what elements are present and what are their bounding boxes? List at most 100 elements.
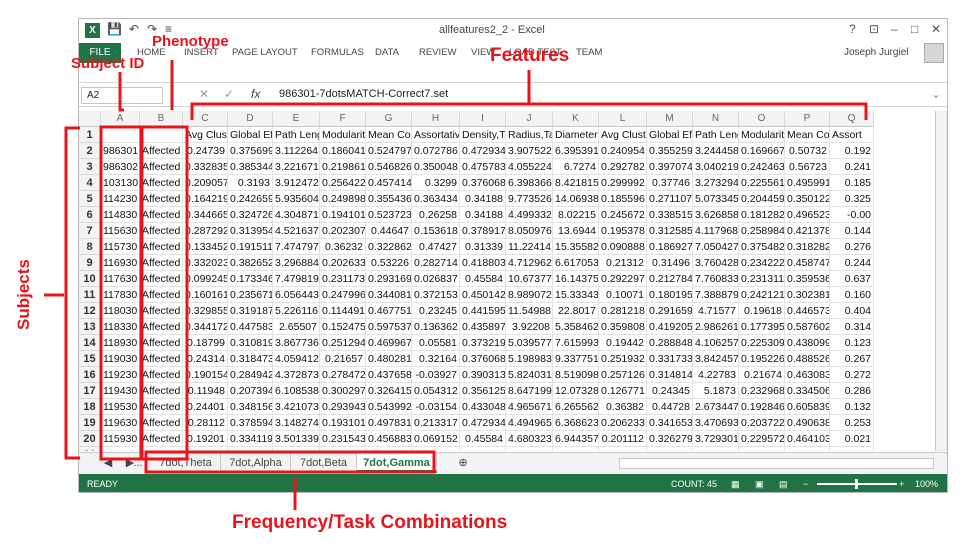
feature-cell[interactable]: 6.265562 xyxy=(553,399,599,415)
feature-cell[interactable]: 0.458747 xyxy=(785,255,830,271)
column-header[interactable]: G xyxy=(366,111,412,127)
column-header[interactable]: J xyxy=(506,111,553,127)
feature-cell[interactable]: 0.18799 xyxy=(183,335,228,351)
feature-cell[interactable]: 0.302381 xyxy=(785,287,830,303)
feature-cell[interactable]: 0.209057 xyxy=(183,175,228,191)
tab-data[interactable]: DATA xyxy=(375,47,399,58)
sheet-nav-more[interactable]: ... xyxy=(127,453,149,473)
subject-id-cell[interactable]: 114230 xyxy=(101,191,140,207)
row-header[interactable]: 20 xyxy=(79,431,101,447)
feature-cell[interactable]: 0.247996 xyxy=(320,287,366,303)
feature-cell[interactable]: 0.202633 xyxy=(320,255,366,271)
feature-cell[interactable]: 0.186927 xyxy=(647,239,693,255)
feature-cell[interactable]: 0.069152 xyxy=(412,447,460,451)
feature-cell[interactable]: 10.67377 xyxy=(506,271,553,287)
row-header[interactable]: 5 xyxy=(79,191,101,207)
feature-cell[interactable]: 0.242463 xyxy=(739,159,785,175)
feature-cell[interactable]: 0.160161 xyxy=(183,287,228,303)
feature-cell[interactable]: 0.19442 xyxy=(599,335,647,351)
sheet-tab-theta[interactable]: 7dot,Theta xyxy=(151,453,221,473)
avatar[interactable] xyxy=(924,43,944,63)
feature-cell[interactable]: 0.314814 xyxy=(647,367,693,383)
header-cell[interactable]: Global Effi xyxy=(228,127,273,143)
feature-cell[interactable]: 3.907522 xyxy=(506,143,553,159)
feature-cell[interactable]: 0.069152 xyxy=(412,431,460,447)
feature-cell[interactable]: 0.637 xyxy=(830,271,874,287)
feature-cell[interactable]: 0.356125 xyxy=(460,383,506,399)
feature-cell[interactable]: 0.385344 xyxy=(228,159,273,175)
feature-cell[interactable]: 3.626858 xyxy=(693,207,739,223)
feature-cell[interactable]: 0.153618 xyxy=(412,223,460,239)
feature-cell[interactable]: 0.164219 xyxy=(183,191,228,207)
feature-cell[interactable]: 0.021 xyxy=(830,431,874,447)
phenotype-cell[interactable]: Affected xyxy=(140,335,183,351)
feature-cell[interactable]: 0.19618 xyxy=(739,303,785,319)
feature-cell[interactable]: 0.257126 xyxy=(599,367,647,383)
phenotype-cell[interactable]: Affected xyxy=(140,143,183,159)
feature-cell[interactable]: 4.494965 xyxy=(506,415,553,431)
feature-cell[interactable]: 0.207394 xyxy=(228,383,273,399)
feature-cell[interactable]: 0.318282 xyxy=(785,239,830,255)
feature-cell[interactable]: 0.334506 xyxy=(785,383,830,399)
feature-cell[interactable]: 4.712962 xyxy=(506,255,553,271)
feature-cell[interactable]: 7.760833 xyxy=(693,271,739,287)
column-header[interactable]: E xyxy=(273,111,320,127)
feature-cell[interactable]: 3.421073 xyxy=(273,399,320,415)
zoom-out-icon[interactable]: − xyxy=(803,474,808,492)
feature-cell[interactable]: 0.054312 xyxy=(412,383,460,399)
feature-cell[interactable]: 0.185596 xyxy=(599,191,647,207)
feature-cell[interactable]: 0.334119 xyxy=(228,431,273,447)
feature-cell[interactable]: 0.376068 xyxy=(460,351,506,367)
feature-cell[interactable]: 0.099245 xyxy=(183,271,228,287)
feature-cell[interactable]: 0.278472 xyxy=(320,367,366,383)
column-header[interactable]: K xyxy=(553,111,599,127)
phenotype-cell[interactable]: Affected xyxy=(140,447,183,451)
feature-cell[interactable]: 0.021 xyxy=(830,447,874,451)
zoom-slider-thumb[interactable] xyxy=(855,479,858,489)
feature-cell[interactable]: 0.326279 xyxy=(647,447,693,451)
feature-cell[interactable]: 0.50732 xyxy=(785,143,830,159)
feature-cell[interactable]: 0.136362 xyxy=(412,319,460,335)
select-all-corner[interactable] xyxy=(79,111,101,127)
feature-cell[interactable]: 14.06938 xyxy=(553,191,599,207)
subject-id-cell[interactable]: 119630 xyxy=(101,415,140,431)
phenotype-cell[interactable]: Affected xyxy=(140,271,183,287)
phenotype-cell[interactable]: Affected xyxy=(140,287,183,303)
feature-cell[interactable]: 0.472934 xyxy=(460,143,506,159)
feature-cell[interactable]: 0.45584 xyxy=(460,271,506,287)
feature-cell[interactable]: 0.359536 xyxy=(785,271,830,287)
feature-cell[interactable]: 13.6944 xyxy=(553,223,599,239)
subject-id-cell[interactable]: 986301 xyxy=(101,143,140,159)
feature-cell[interactable]: 0.312585 xyxy=(647,223,693,239)
feature-cell[interactable]: 0.249898 xyxy=(320,191,366,207)
sheet-tab-beta[interactable]: 7dot,Beta xyxy=(291,453,357,473)
feature-cell[interactable]: 4.521637 xyxy=(273,223,320,239)
feature-cell[interactable]: 0.382652 xyxy=(228,255,273,271)
row-header[interactable]: 4 xyxy=(79,175,101,191)
feature-cell[interactable]: 0.587602 xyxy=(785,319,830,335)
feature-cell[interactable]: 0.201112 xyxy=(599,431,647,447)
feature-cell[interactable]: 4.71577 xyxy=(693,303,739,319)
feature-cell[interactable]: 0.441595 xyxy=(460,303,506,319)
expand-formula-icon[interactable]: ⌄ xyxy=(931,87,941,101)
formula-input[interactable]: 986301-7dotsMATCH-Correct7.set xyxy=(279,88,448,100)
feature-cell[interactable]: 0.271107 xyxy=(647,191,693,207)
feature-cell[interactable]: 0.195226 xyxy=(739,351,785,367)
header-cell[interactable]: Assortativi xyxy=(412,127,460,143)
feature-cell[interactable]: 0.240954 xyxy=(599,143,647,159)
feature-cell[interactable]: 0.378594 xyxy=(228,415,273,431)
phenotype-cell[interactable]: Affected xyxy=(140,255,183,271)
feature-cell[interactable]: 4.117968 xyxy=(693,223,739,239)
feature-cell[interactable]: 3.221671 xyxy=(273,159,320,175)
feature-cell[interactable]: 0.332835 xyxy=(183,159,228,175)
column-header[interactable]: D xyxy=(228,111,273,127)
feature-cell[interactable]: 0.299992 xyxy=(599,175,647,191)
feature-cell[interactable]: 0.433048 xyxy=(460,399,506,415)
save-icon[interactable]: 💾 xyxy=(107,22,122,36)
feature-cell[interactable]: 0.133452 xyxy=(183,239,228,255)
feature-cell[interactable]: 0.19201 xyxy=(183,447,228,451)
feature-cell[interactable]: 0.287292 xyxy=(183,223,228,239)
feature-cell[interactable]: 7.388879 xyxy=(693,287,739,303)
subject-id-cell[interactable]: 115730 xyxy=(101,239,140,255)
subject-id-cell[interactable]: 117630 xyxy=(101,271,140,287)
